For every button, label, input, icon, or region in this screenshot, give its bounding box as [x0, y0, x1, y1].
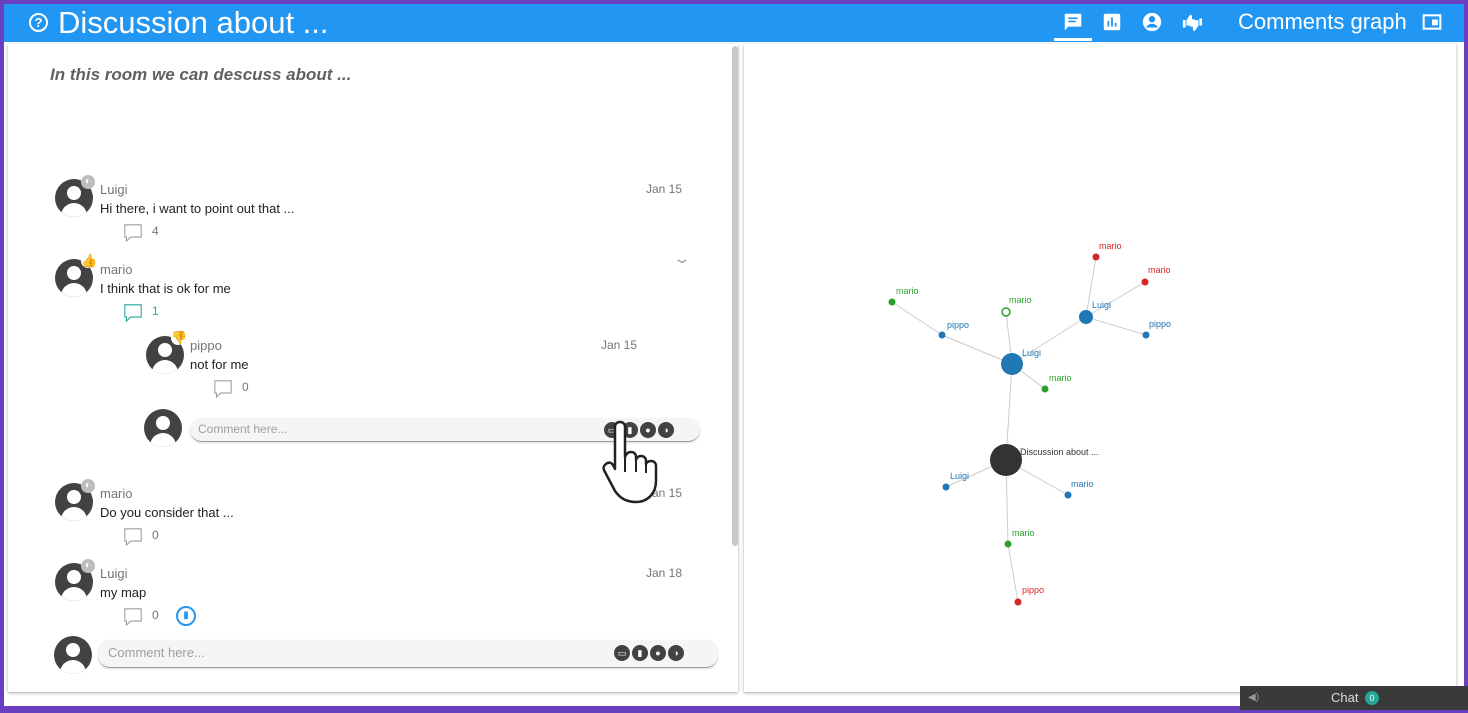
reply-count: 4	[152, 224, 159, 238]
comment-placeholder: Comment here...	[198, 422, 288, 436]
comment-author: Luigi	[100, 566, 128, 581]
comments-graph-panel: Discussion about ... Luigi Luigi mario p…	[744, 44, 1456, 692]
thumbs-down-icon: 👎	[171, 330, 188, 345]
avatar	[54, 636, 92, 674]
thumbs-up-icon: 👍	[81, 253, 98, 268]
graph-node[interactable]	[1004, 540, 1012, 548]
graph-node[interactable]	[1079, 310, 1093, 324]
graph-node-label: pippo	[947, 320, 969, 330]
graph-node[interactable]	[938, 331, 946, 339]
comment-author: mario	[100, 262, 133, 277]
comment-author: Luigi	[100, 182, 128, 197]
graph-node-label: mario	[896, 286, 919, 296]
graph-node-label: mario	[1009, 295, 1032, 305]
graph-node[interactable]	[1001, 353, 1023, 375]
avatar	[144, 409, 182, 447]
reply-bubble-icon[interactable]	[122, 528, 144, 546]
comment-date: Jan 15	[646, 182, 683, 196]
chevron-down-icon[interactable]: ⌄	[672, 250, 691, 267]
discussion-panel: In this room we can descuss about ... ◐ …	[8, 44, 738, 692]
page-title: Discussion about ...	[58, 5, 329, 40]
comment-text: not for me	[190, 357, 249, 372]
graph-node-label: mario	[1049, 373, 1072, 383]
graph-node-label: pippo	[1149, 319, 1171, 329]
neutral-badge-icon: ◐	[81, 559, 95, 573]
graph-node-label: Luigi	[1092, 300, 1111, 310]
comment-text: I think that is ok for me	[100, 281, 231, 296]
account-icon[interactable]	[1141, 11, 1163, 33]
graph-node-label: mario	[1012, 528, 1035, 538]
comment-input[interactable]: Comment here... ▭ ▮ ● ◑	[98, 640, 718, 668]
graph-node-root[interactable]	[990, 444, 1022, 476]
graph-node[interactable]	[1141, 278, 1149, 286]
graph-node[interactable]	[1001, 307, 1011, 317]
folder-icon[interactable]: ▭	[614, 645, 630, 661]
comment-date: Jan 15	[601, 338, 638, 352]
chat-label: Chat	[1331, 690, 1359, 705]
comment-author: pippo	[190, 338, 222, 353]
globe-icon[interactable]: ◑	[668, 645, 684, 661]
graph-node-label: Discussion about ...	[1020, 447, 1099, 457]
graph-node[interactable]	[1092, 253, 1100, 261]
reply-count: 1	[152, 304, 159, 318]
reply-count: 0	[152, 608, 159, 622]
comment-text: Hi there, i want to point out that ...	[100, 201, 295, 216]
graph-node[interactable]	[1064, 491, 1072, 499]
graph-title: Comments graph	[1238, 9, 1407, 34]
graph-node[interactable]	[1142, 331, 1150, 339]
chart-icon[interactable]	[1101, 11, 1123, 33]
graph-node[interactable]	[1014, 598, 1022, 606]
graph-node-label: mario	[1148, 265, 1171, 275]
graph-node[interactable]	[1041, 385, 1049, 393]
graph-edge	[1085, 316, 1147, 336]
comment-placeholder: Comment here...	[108, 645, 205, 660]
graph-node[interactable]	[888, 298, 896, 306]
reply-bubble-icon[interactable]	[212, 380, 234, 398]
thumbs-icon[interactable]	[1181, 11, 1203, 33]
chart-icon[interactable]: ▮	[632, 645, 648, 661]
graph-node[interactable]	[942, 483, 950, 491]
comments-icon[interactable]	[1062, 11, 1084, 33]
graph-node-label: mario	[1099, 241, 1122, 251]
chat-count-badge: 0	[1365, 691, 1379, 705]
app-frame: ? Discussion about ... Comments graph In…	[4, 4, 1464, 706]
graph-edge	[891, 301, 943, 336]
reply-bubble-icon[interactable]	[122, 304, 144, 322]
comment-text: my map	[100, 585, 147, 600]
reply-count: 0	[152, 528, 159, 542]
reply-bubble-icon[interactable]	[122, 224, 144, 242]
graph-toggle-icon[interactable]	[1422, 12, 1442, 32]
scrollbar[interactable]	[732, 46, 738, 546]
neutral-badge-icon: ◐	[81, 479, 95, 493]
comment-author: mario	[100, 486, 133, 501]
camera-icon[interactable]: ●	[650, 645, 666, 661]
hand-cursor-icon	[602, 420, 658, 504]
graph-node-label: Luigi	[1022, 348, 1041, 358]
help-icon[interactable]: ?	[29, 13, 48, 32]
graph-node-label: mario	[1071, 479, 1094, 489]
top-bar: ? Discussion about ... Comments graph	[4, 4, 1464, 42]
comments-graph[interactable]: Discussion about ... Luigi Luigi mario p…	[744, 44, 1456, 692]
graph-edge	[1007, 543, 1019, 603]
speaker-icon[interactable]: ◀)	[1248, 692, 1259, 703]
room-description: In this room we can descuss about ...	[50, 65, 352, 84]
map-attachment-icon[interactable]: ▮	[176, 606, 196, 626]
comment-text: Do you consider that ...	[100, 505, 234, 520]
neutral-badge-icon: ◐	[81, 175, 95, 189]
reply-bubble-icon[interactable]	[122, 608, 144, 626]
active-tab-indicator	[1054, 38, 1092, 41]
graph-node-label: Luigi	[950, 471, 969, 481]
comment-date: Jan 18	[646, 566, 683, 580]
graph-node-label: pippo	[1022, 585, 1044, 595]
chat-tab[interactable]: ◀) Chat 0	[1240, 686, 1468, 710]
graph-edge	[941, 334, 1013, 365]
reply-count: 0	[242, 380, 249, 394]
